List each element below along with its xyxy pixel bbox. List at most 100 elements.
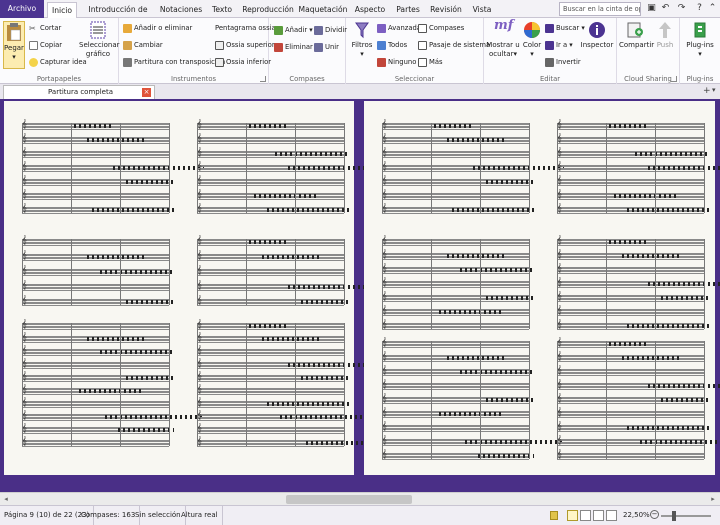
close-tab-icon[interactable]: × bbox=[142, 88, 151, 97]
delete-bars-button[interactable]: Eliminar bbox=[274, 42, 313, 53]
note-run bbox=[478, 454, 534, 458]
view-spread-icon[interactable] bbox=[606, 510, 617, 521]
tab-full-score[interactable]: Partitura completa × bbox=[3, 85, 155, 99]
delete-bar-icon bbox=[274, 42, 283, 52]
group-compases: Añadir ▾ Eliminar Dividir Unir Compases bbox=[269, 18, 347, 84]
undo-icon[interactable]: ↶ bbox=[660, 3, 671, 14]
join-bar-button[interactable]: Unir bbox=[314, 42, 339, 53]
barline bbox=[71, 323, 72, 446]
staff-line bbox=[557, 212, 704, 214]
ribbon-search-input[interactable]: Buscar en la cinta de opci... bbox=[559, 2, 641, 16]
barline bbox=[169, 323, 170, 446]
more-icon bbox=[418, 57, 427, 67]
staff-line bbox=[382, 258, 529, 260]
split-icon bbox=[314, 25, 323, 35]
filter-icon bbox=[355, 22, 369, 39]
push-button[interactable]: Push bbox=[653, 21, 677, 50]
split-bar-button[interactable]: Dividir bbox=[314, 25, 347, 36]
staff-line bbox=[197, 184, 344, 186]
staff-line bbox=[557, 346, 704, 348]
find-button[interactable]: Buscar ▾ bbox=[545, 23, 585, 34]
minimize-ribbon-icon[interactable]: ⌃ bbox=[707, 3, 718, 14]
select-more-button[interactable]: Más bbox=[418, 57, 443, 68]
zoom-slider-thumb[interactable] bbox=[672, 511, 676, 521]
scroll-right-icon[interactable]: ▸ bbox=[708, 494, 718, 505]
dialog-launcher-icon[interactable] bbox=[260, 76, 266, 82]
go-to-button[interactable]: Ir a ▾ bbox=[545, 40, 573, 51]
note-run bbox=[254, 194, 319, 198]
tab-revision[interactable]: Revisión bbox=[428, 2, 464, 18]
note-run bbox=[262, 337, 319, 341]
change-icon bbox=[123, 40, 132, 50]
paste-button[interactable]: Pegar ▾ bbox=[3, 21, 25, 69]
note-run bbox=[249, 124, 289, 128]
staff-line bbox=[557, 286, 704, 288]
note-run bbox=[648, 282, 720, 286]
tab-partes[interactable]: Partes bbox=[392, 2, 424, 18]
tab-reproduccion[interactable]: Reproducción bbox=[240, 2, 296, 18]
advanced-select-button[interactable]: Avanzada bbox=[377, 23, 421, 34]
zoom-slider[interactable] bbox=[661, 515, 711, 517]
ossia-staff-button: Pentagrama ossia bbox=[215, 24, 276, 32]
add-remove-instruments-button[interactable]: Añadir o eliminar bbox=[123, 23, 192, 34]
tab-list-icon[interactable]: ▾ bbox=[712, 86, 716, 94]
focus-staves-icon[interactable] bbox=[550, 511, 558, 520]
dialog-launcher-icon[interactable] bbox=[671, 76, 677, 82]
note-run bbox=[249, 324, 289, 328]
add-tab-icon[interactable]: + bbox=[703, 86, 711, 96]
ossia-above-button[interactable]: Ossia superior bbox=[215, 40, 275, 51]
select-none-button[interactable]: Ninguno bbox=[377, 57, 416, 68]
barline bbox=[431, 341, 432, 459]
change-instrument-button[interactable]: Cambiar bbox=[123, 40, 163, 51]
cut-button[interactable]: ✂ Cortar bbox=[29, 23, 61, 34]
staff-line bbox=[22, 274, 169, 276]
horizontal-scrollbar[interactable]: ◂ ▸ bbox=[0, 492, 720, 505]
redo-icon[interactable]: ↷ bbox=[676, 3, 687, 14]
pitch-mode: Altura real bbox=[177, 506, 223, 525]
barline bbox=[480, 123, 481, 213]
view-vertical-icon[interactable] bbox=[580, 510, 591, 521]
select-system-passage-button[interactable]: Pasaje de sistema bbox=[418, 40, 490, 51]
tab-inicio[interactable]: Inicio bbox=[47, 2, 77, 19]
flip-icon bbox=[545, 57, 554, 67]
barline bbox=[431, 123, 432, 213]
flip-button[interactable]: Invertir bbox=[545, 57, 581, 68]
color-button[interactable]: Color ▾ bbox=[521, 21, 543, 59]
scroll-left-icon[interactable]: ◂ bbox=[1, 494, 11, 505]
staff-line bbox=[382, 416, 529, 418]
filters-button[interactable]: Filtros ▾ bbox=[349, 21, 375, 59]
score-page-right[interactable]: 𝄞 𝄞 𝄞 𝄞 𝄞 𝄞 𝄞 𝄞 𝄞 𝄞 𝄞 𝄞 𝄞 𝄞 𝄞 𝄞 𝄞 𝄞 𝄞 𝄞 𝄞 𝄞 𝄞 𝄞 𝄞 𝄞 𝄞 𝄞 𝄞 𝄞 𝄞 𝄞 𝄞 𝄞 𝄞 𝄞 𝄞 𝄞 𝄞 𝄞… bbox=[364, 101, 720, 475]
group-cloud-sharing: Compartir Push Cloud Sharing bbox=[617, 18, 680, 84]
view-side-by-side-icon[interactable] bbox=[567, 510, 578, 521]
tab-archivo[interactable]: Archivo bbox=[0, 0, 44, 18]
tab-introduccion-notas[interactable]: Introducción de notas bbox=[80, 2, 156, 29]
tab-aspecto[interactable]: Aspecto bbox=[352, 2, 388, 18]
select-bars-button[interactable]: Compases bbox=[418, 23, 464, 34]
inspector-button[interactable]: Inspector bbox=[580, 21, 614, 50]
staff-line bbox=[557, 128, 704, 130]
view-horizontal-icon[interactable] bbox=[593, 510, 604, 521]
select-all-button[interactable]: Todos bbox=[377, 40, 407, 51]
show-hide-button[interactable]: mf Mostrar u ocultar▾ bbox=[486, 19, 520, 59]
scrollbar-thumb[interactable] bbox=[286, 495, 412, 504]
help-icon[interactable]: ? bbox=[694, 3, 705, 14]
tab-vista[interactable]: Vista bbox=[468, 2, 496, 18]
tab-maquetacion[interactable]: Maquetación bbox=[298, 2, 348, 18]
zoom-out-icon[interactable]: − bbox=[650, 510, 659, 519]
staff-line bbox=[557, 272, 704, 274]
plugins-button[interactable]: Plug-ins ▾ bbox=[683, 21, 717, 59]
tab-texto[interactable]: Texto bbox=[207, 2, 237, 18]
staff-line bbox=[22, 380, 169, 382]
save-icon[interactable]: ▣ bbox=[646, 3, 657, 14]
share-button[interactable]: Compartir bbox=[619, 21, 654, 50]
ossia-below-button[interactable]: Ossia inferior bbox=[215, 57, 271, 68]
score-page-left[interactable]: 𝄞 𝄞 𝄞 𝄞 𝄞 𝄞 𝄞 𝄞 𝄞 𝄞 𝄞 𝄞 𝄞 𝄞 𝄞 𝄞 𝄞 𝄞 𝄞 𝄞 𝄞 𝄞 𝄞 𝄞 𝄞 𝄞 𝄞 𝄞 𝄞 𝄞 𝄞 𝄞 𝄞 𝄞 𝄞 𝄞 𝄞 𝄞 𝄞 𝄞… bbox=[4, 101, 379, 475]
copy-button[interactable]: Copiar bbox=[29, 40, 62, 51]
transposing-score-button[interactable]: Partitura con transposición bbox=[123, 57, 225, 68]
add-bars-button[interactable]: Añadir ▾ bbox=[274, 25, 313, 36]
note-run bbox=[635, 152, 709, 156]
select-graphic-button[interactable]: Seleccionar gráfico bbox=[79, 21, 120, 59]
note-run bbox=[486, 180, 534, 184]
barline bbox=[655, 341, 656, 459]
tab-notaciones[interactable]: Notaciones bbox=[158, 2, 204, 18]
